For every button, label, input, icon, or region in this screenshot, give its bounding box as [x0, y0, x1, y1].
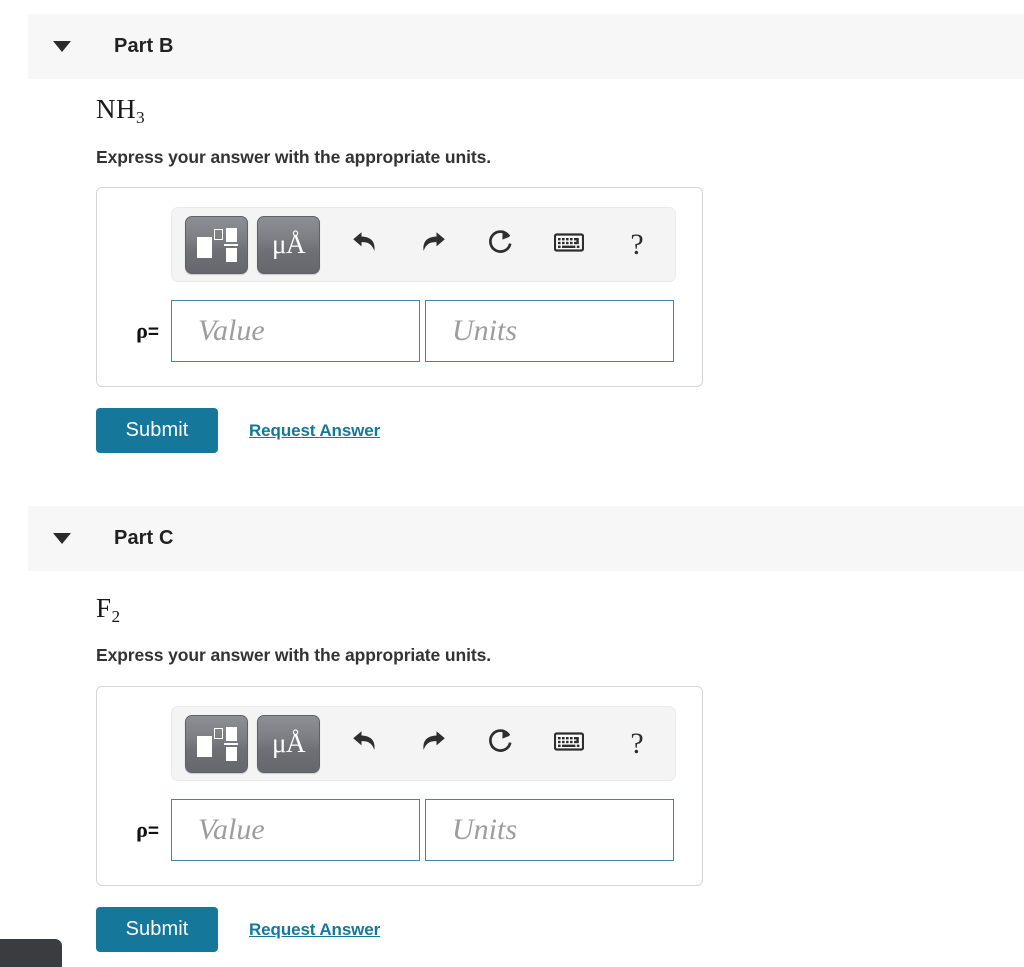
math-template-icon	[196, 726, 238, 761]
bottom-toast-sliver	[0, 939, 62, 967]
reset-button-c[interactable]	[478, 721, 524, 767]
request-answer-link-b[interactable]: Request Answer	[249, 421, 380, 441]
question-mark-icon: ?	[630, 726, 644, 760]
reset-button-b[interactable]	[478, 222, 524, 268]
answer-input-row-c: ρ= Value Units	[111, 799, 674, 861]
keyboard-icon	[553, 731, 585, 757]
redo-arrow-icon	[418, 229, 448, 260]
undo-button-c[interactable]	[342, 721, 388, 767]
redo-arrow-icon	[418, 728, 448, 759]
caret-down-icon[interactable]	[53, 41, 71, 52]
part-title-b: Part B	[114, 35, 174, 57]
answer-input-row-b: ρ= Value Units	[111, 300, 674, 362]
value-input-b[interactable]: Value	[171, 300, 420, 362]
formula-b: NH3	[96, 94, 145, 128]
units-button-b[interactable]: μÅ	[257, 215, 320, 274]
variable-label-b: ρ=	[136, 318, 159, 343]
submit-button-b[interactable]: Submit	[96, 408, 218, 453]
variable-label-c: ρ=	[136, 817, 159, 842]
value-placeholder-b: Value	[198, 314, 265, 347]
units-placeholder-b: Units	[452, 314, 518, 347]
undo-arrow-icon	[350, 728, 380, 759]
undo-arrow-icon	[350, 229, 380, 260]
formula-base-c: F	[96, 593, 112, 623]
equation-toolbar-c: μÅ ?	[171, 706, 676, 781]
units-icon: μÅ	[272, 728, 305, 758]
caret-down-icon[interactable]	[53, 533, 71, 544]
answer-box-c: μÅ ? ρ= Value Units	[96, 686, 703, 886]
question-mark-icon: ?	[630, 227, 644, 261]
formula-subscript-b: 3	[136, 107, 145, 127]
instruction-c: Express your answer with the appropriate…	[96, 645, 491, 665]
part-header-b[interactable]: Part B	[28, 14, 1024, 79]
request-answer-link-c[interactable]: Request Answer	[249, 920, 380, 940]
formula-c: F2	[96, 593, 120, 627]
units-button-c[interactable]: μÅ	[257, 714, 320, 773]
math-template-button-b[interactable]	[185, 215, 248, 274]
formula-base-b: NH	[96, 94, 136, 124]
actions-c: Submit Request Answer	[96, 907, 380, 952]
math-template-button-c[interactable]	[185, 714, 248, 773]
units-placeholder-c: Units	[452, 813, 518, 846]
reset-circular-arrow-icon	[486, 227, 516, 262]
part-header-c[interactable]: Part C	[28, 506, 1024, 571]
actions-b: Submit Request Answer	[96, 408, 380, 453]
units-input-c[interactable]: Units	[425, 799, 674, 861]
help-button-c[interactable]: ?	[614, 721, 660, 767]
units-icon: μÅ	[272, 229, 305, 259]
value-input-c[interactable]: Value	[171, 799, 420, 861]
formula-subscript-c: 2	[111, 606, 121, 626]
keyboard-button-c[interactable]	[546, 721, 592, 767]
redo-button-b[interactable]	[410, 222, 456, 268]
units-input-b[interactable]: Units	[425, 300, 674, 362]
part-title-c: Part C	[114, 527, 174, 549]
keyboard-icon	[553, 232, 585, 258]
equation-toolbar-b: μÅ ?	[171, 207, 676, 282]
instruction-b: Express your answer with the appropriate…	[96, 147, 491, 167]
undo-button-b[interactable]	[342, 222, 388, 268]
help-button-b[interactable]: ?	[614, 222, 660, 268]
answer-box-b: μÅ ? ρ= Value Units	[96, 187, 703, 387]
reset-circular-arrow-icon	[486, 726, 516, 761]
value-placeholder-c: Value	[198, 813, 265, 846]
question-page: Part B NH3 Express your answer with the …	[0, 0, 1024, 967]
keyboard-button-b[interactable]	[546, 222, 592, 268]
redo-button-c[interactable]	[410, 721, 456, 767]
math-template-icon	[196, 227, 238, 262]
submit-button-c[interactable]: Submit	[96, 907, 218, 952]
